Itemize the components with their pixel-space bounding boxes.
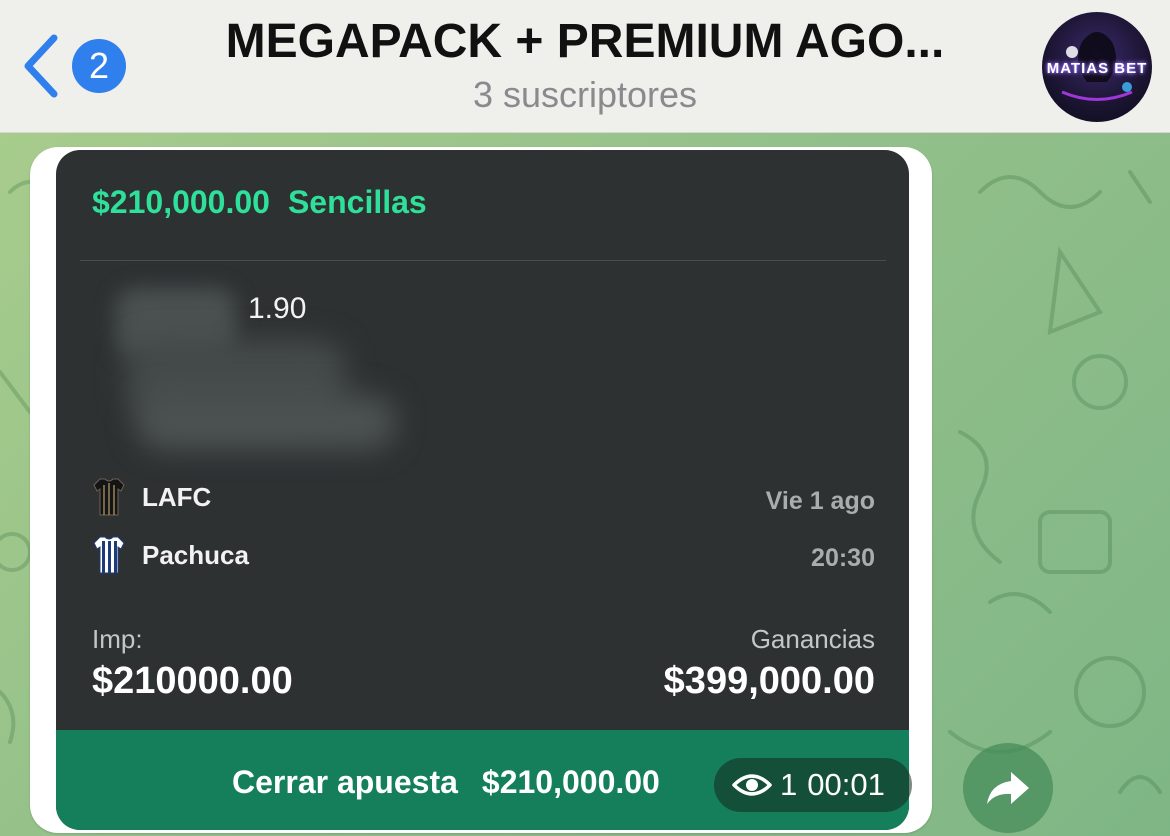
chevron-left-icon [24,34,58,98]
view-count: 1 [780,767,798,802]
back-button[interactable]: 2 [18,30,138,102]
channel-avatar[interactable]: MATIAS BET [1042,12,1152,122]
cashout-value: $210,000.00 [481,764,660,800]
subscriber-count[interactable]: 3 suscriptores [200,74,970,116]
cashout-label: Cerrar apuesta [232,764,458,800]
message-meta: 1 00:01 [714,758,912,812]
pachuca-jersey-icon [93,536,125,574]
divider [80,260,886,261]
bet-odds: 1.90 [248,292,307,325]
stake-value: $210000.00 [92,660,293,702]
bet-type: Sencillas [287,184,427,220]
cashout-text: Cerrar apuesta $210,000.00 [232,764,660,801]
bet-amount: $210,000.00 [92,184,270,220]
bet-summary: $210,000.00 Sencillas [92,184,445,221]
match-date: Vie 1 ago [765,487,875,515]
away-team-name: Pachuca [142,539,249,570]
message-bubble[interactable]: $210,000.00 Sencillas 1.90 LAFC Pachuca [30,147,932,833]
share-arrow-icon [987,772,1029,804]
channel-title[interactable]: MEGAPACK + PREMIUM AGO... [200,14,970,69]
match-time: 20:30 [811,544,875,572]
bet-slip-image[interactable]: $210,000.00 Sencillas 1.90 LAFC Pachuca [56,150,909,830]
home-team-name: LAFC [142,481,212,512]
blurred-selection [136,395,396,450]
message-time: 00:01 [807,767,885,802]
channel-header: 2 MEGAPACK + PREMIUM AGO... 3 suscriptor… [0,0,1170,133]
unread-count-badge: 2 [72,39,126,93]
share-button[interactable] [963,743,1053,833]
lafc-jersey-icon [93,478,125,516]
winnings-label: Ganancias [750,624,875,654]
team-row-away: Pachuca [92,535,249,575]
avatar-logo-text: MATIAS BET [1046,60,1148,77]
team-row-home: LAFC [92,477,211,517]
eye-icon [732,774,772,796]
stake-label: Imp: [92,624,143,654]
winnings-value: $399,000.00 [663,660,875,702]
